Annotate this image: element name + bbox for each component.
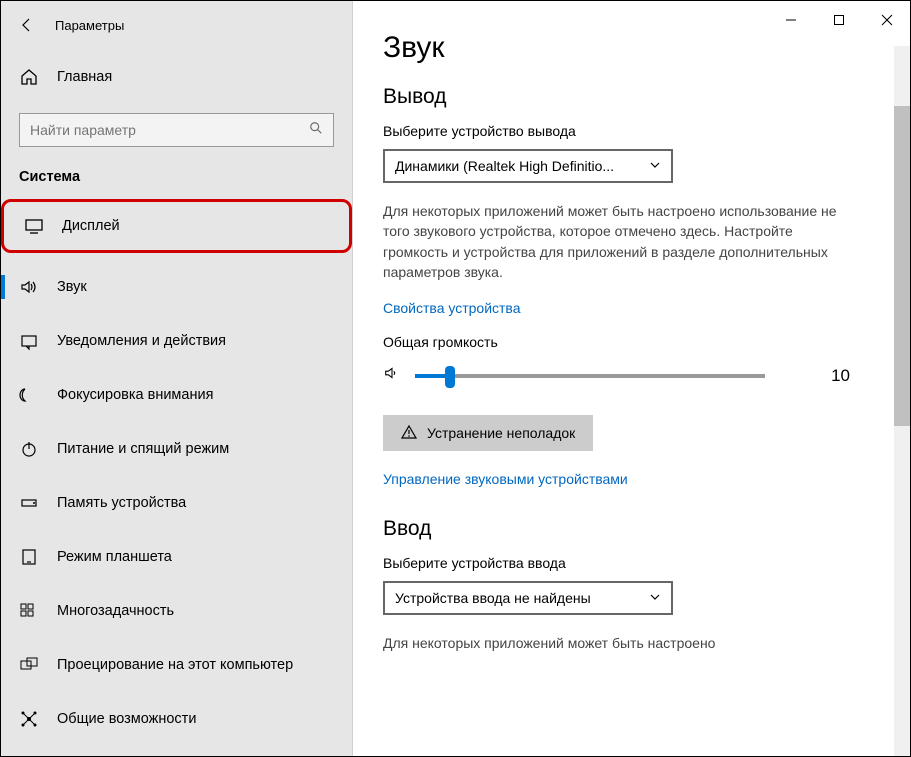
nav-project[interactable]: Проецирование на этот компьютер [1,645,352,685]
multitask-icon [19,601,39,621]
nav-multitask[interactable]: Многозадачность [1,591,352,631]
troubleshoot-label: Устранение неполадок [427,425,575,441]
dropdown-value: Устройства ввода не найдены [395,590,591,606]
nav-label: Звук [57,279,87,295]
nav-home-label: Главная [57,69,112,85]
input-device-label: Выберите устройства ввода [383,555,900,571]
notifications-icon [19,331,39,351]
power-icon [19,439,39,459]
chevron-down-icon [649,158,661,174]
scrollbar[interactable] [894,46,910,756]
focus-icon [19,385,39,405]
nav-display[interactable]: Дисплей [6,206,347,246]
storage-icon [19,493,39,513]
nav-shared[interactable]: Общие возможности [1,699,352,739]
volume-label: Общая громкость [383,334,900,350]
nav-label: Режим планшета [57,549,172,565]
project-icon [19,655,39,675]
search-input[interactable] [30,122,309,138]
back-button[interactable] [9,7,45,43]
warning-icon [401,424,417,443]
search-box[interactable] [19,113,334,147]
highlight-annotation: Дисплей [1,199,352,253]
input-device-dropdown[interactable]: Устройства ввода не найдены [383,581,673,615]
nav-label: Память устройства [57,495,186,511]
output-heading: Вывод [383,85,900,109]
troubleshoot-button[interactable]: Устранение неполадок [383,415,593,451]
shared-icon [19,709,39,729]
input-heading: Ввод [383,517,900,541]
search-icon [309,121,323,140]
volume-slider[interactable] [415,374,765,378]
manage-devices-link[interactable]: Управление звуковыми устройствами [383,471,900,487]
volume-value: 10 [831,366,850,386]
output-device-dropdown[interactable]: Динамики (Realtek High Definitio... [383,149,673,183]
window-title: Параметры [55,18,124,33]
nav-tablet[interactable]: Режим планшета [1,537,352,577]
scroll-thumb[interactable] [894,106,910,426]
output-device-label: Выберите устройство вывода [383,123,900,139]
minimize-button[interactable] [767,0,815,40]
sidebar-section-title: Система [1,163,352,199]
nav-focus[interactable]: Фокусировка внимания [1,375,352,415]
sound-icon [19,277,39,297]
device-properties-link[interactable]: Свойства устройства [383,300,900,316]
nav-home[interactable]: Главная [1,57,352,97]
speaker-icon [383,364,401,387]
nav-label: Общие возможности [57,711,196,727]
home-icon [19,67,39,87]
chevron-down-icon [649,590,661,606]
maximize-button[interactable] [815,0,863,40]
nav-label: Фокусировка внимания [57,387,213,403]
nav-label: Питание и спящий режим [57,441,229,457]
nav-notifications[interactable]: Уведомления и действия [1,321,352,361]
nav-label: Многозадачность [57,603,174,619]
dropdown-value: Динамики (Realtek High Definitio... [395,158,614,174]
nav-label: Дисплей [62,218,120,234]
nav-sound[interactable]: Звук [1,267,352,307]
nav-storage[interactable]: Память устройства [1,483,352,523]
display-icon [24,216,44,236]
nav-label: Уведомления и действия [57,333,226,349]
nav-power[interactable]: Питание и спящий режим [1,429,352,469]
tablet-icon [19,547,39,567]
output-help-text: Для некоторых приложений может быть наст… [383,201,853,282]
slider-thumb[interactable] [445,366,455,388]
input-help-text: Для некоторых приложений может быть наст… [383,633,853,653]
close-button[interactable] [863,0,911,40]
nav-label: Проецирование на этот компьютер [57,657,293,673]
